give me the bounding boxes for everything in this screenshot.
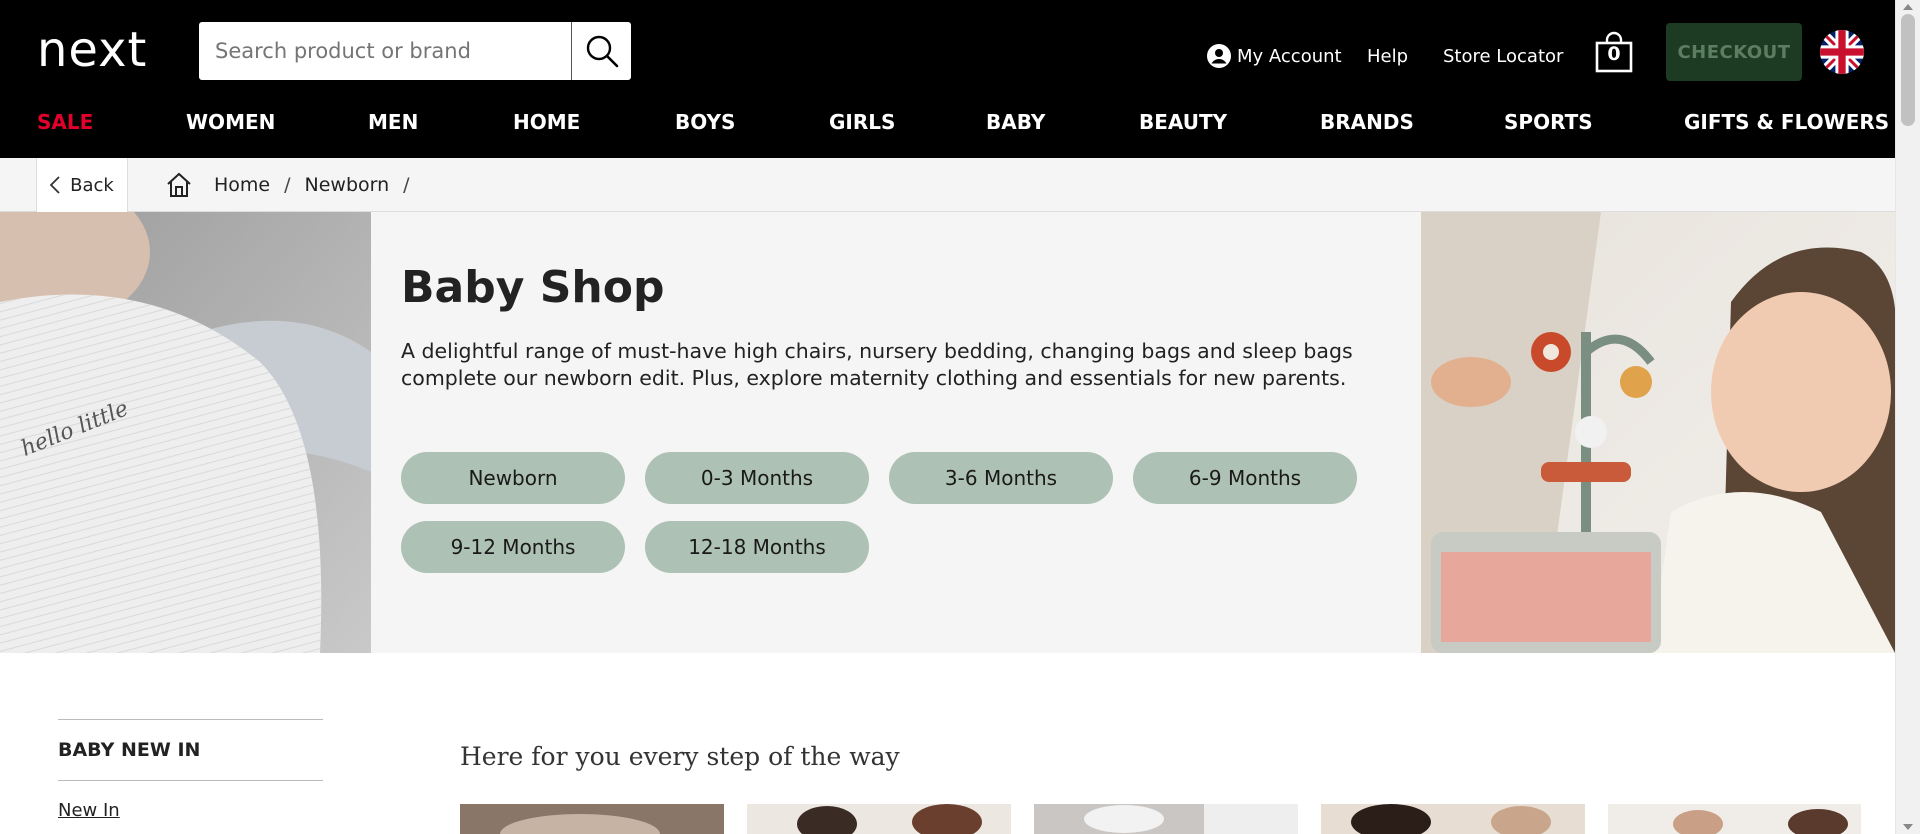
section-title: Here for you every step of the way: [460, 742, 900, 771]
scrollbar-thumb[interactable]: [1901, 14, 1915, 126]
site-header: next My Account Help Store Locator 0: [0, 0, 1895, 158]
hero-banner: hello little Baby Shop A delightful rang…: [0, 212, 1895, 653]
nav-gifts-flowers[interactable]: GIFTS & FLOWERS: [1684, 110, 1889, 134]
sidebar-link-new-in[interactable]: New In: [58, 800, 120, 821]
nav-brands[interactable]: BRANDS: [1320, 110, 1414, 134]
breadcrumb-bar: Back Home / Newborn /: [0, 158, 1895, 212]
breadcrumb: Home / Newborn /: [166, 158, 424, 212]
scroll-up-arrow[interactable]: [1903, 4, 1913, 10]
checkout-label: CHECKOUT: [1677, 41, 1791, 63]
category-tile-image[interactable]: [460, 804, 724, 834]
nav-women[interactable]: WOMEN: [186, 110, 275, 134]
help-link[interactable]: Help: [1367, 42, 1408, 70]
breadcrumb-newborn[interactable]: Newborn: [305, 174, 390, 196]
hero-description: A delightful range of must-have high cha…: [401, 339, 1353, 390]
page-title: Baby Shop: [401, 262, 665, 313]
logo-text: next: [37, 26, 147, 76]
breadcrumb-home[interactable]: Home: [214, 174, 270, 196]
search-icon: [586, 35, 618, 68]
back-button[interactable]: Back: [36, 158, 128, 212]
page-scrollbar[interactable]: [1895, 0, 1920, 834]
chip-12-18-months[interactable]: 12-18 Months: [645, 521, 869, 573]
chip-9-12-months[interactable]: 9-12 Months: [401, 521, 625, 573]
search-button[interactable]: [571, 22, 631, 80]
search-box: [199, 22, 631, 80]
next-logo[interactable]: next: [37, 22, 167, 78]
person-icon: [1207, 44, 1231, 68]
breadcrumb-separator: /: [403, 174, 410, 196]
chip-3-6-months[interactable]: 3-6 Months: [889, 452, 1113, 504]
bag-count: 0: [1607, 43, 1621, 65]
checkout-button[interactable]: CHECKOUT: [1666, 23, 1802, 81]
nav-baby[interactable]: BABY: [986, 110, 1045, 134]
search-input[interactable]: [199, 22, 571, 80]
scroll-down-arrow[interactable]: [1903, 824, 1913, 830]
sidebar-heading: BABY NEW IN: [58, 739, 201, 761]
category-tile-image[interactable]: [1034, 804, 1298, 834]
breadcrumb-separator: /: [284, 174, 291, 196]
store-locator-label: Store Locator: [1443, 45, 1564, 67]
nav-home[interactable]: HOME: [513, 110, 580, 134]
nav-girls[interactable]: GIRLS: [829, 110, 895, 134]
nav-beauty[interactable]: BEAUTY: [1139, 110, 1227, 134]
uk-flag-icon[interactable]: [1820, 30, 1864, 74]
main-navigation: SALE WOMEN MEN HOME BOYS GIRLS BABY BEAU…: [0, 110, 1895, 148]
home-icon[interactable]: [166, 172, 192, 198]
my-account-label: My Account: [1237, 45, 1342, 67]
nav-men[interactable]: MEN: [368, 110, 418, 134]
sidebar-divider: [58, 780, 323, 781]
chip-newborn[interactable]: Newborn: [401, 452, 625, 504]
chevron-left-icon: [50, 176, 60, 194]
store-locator-link[interactable]: Store Locator: [1443, 42, 1563, 70]
nav-boys[interactable]: BOYS: [675, 110, 735, 134]
hero-left-image: hello little: [0, 212, 371, 653]
shopping-bag-button[interactable]: 0: [1594, 31, 1634, 73]
hero-right-image: [1421, 212, 1895, 653]
chip-0-3-months[interactable]: 0-3 Months: [645, 452, 869, 504]
sidebar-divider: [58, 719, 323, 720]
help-label: Help: [1367, 45, 1409, 67]
category-tile-image[interactable]: [1608, 804, 1861, 834]
category-tile-image[interactable]: [1321, 804, 1585, 834]
back-label: Back: [70, 174, 114, 196]
category-tile-image[interactable]: [747, 804, 1011, 834]
nav-sale[interactable]: SALE: [37, 110, 93, 134]
nav-sports[interactable]: SPORTS: [1504, 110, 1593, 134]
chip-6-9-months[interactable]: 6-9 Months: [1133, 452, 1357, 504]
my-account-link[interactable]: My Account: [1207, 42, 1342, 70]
